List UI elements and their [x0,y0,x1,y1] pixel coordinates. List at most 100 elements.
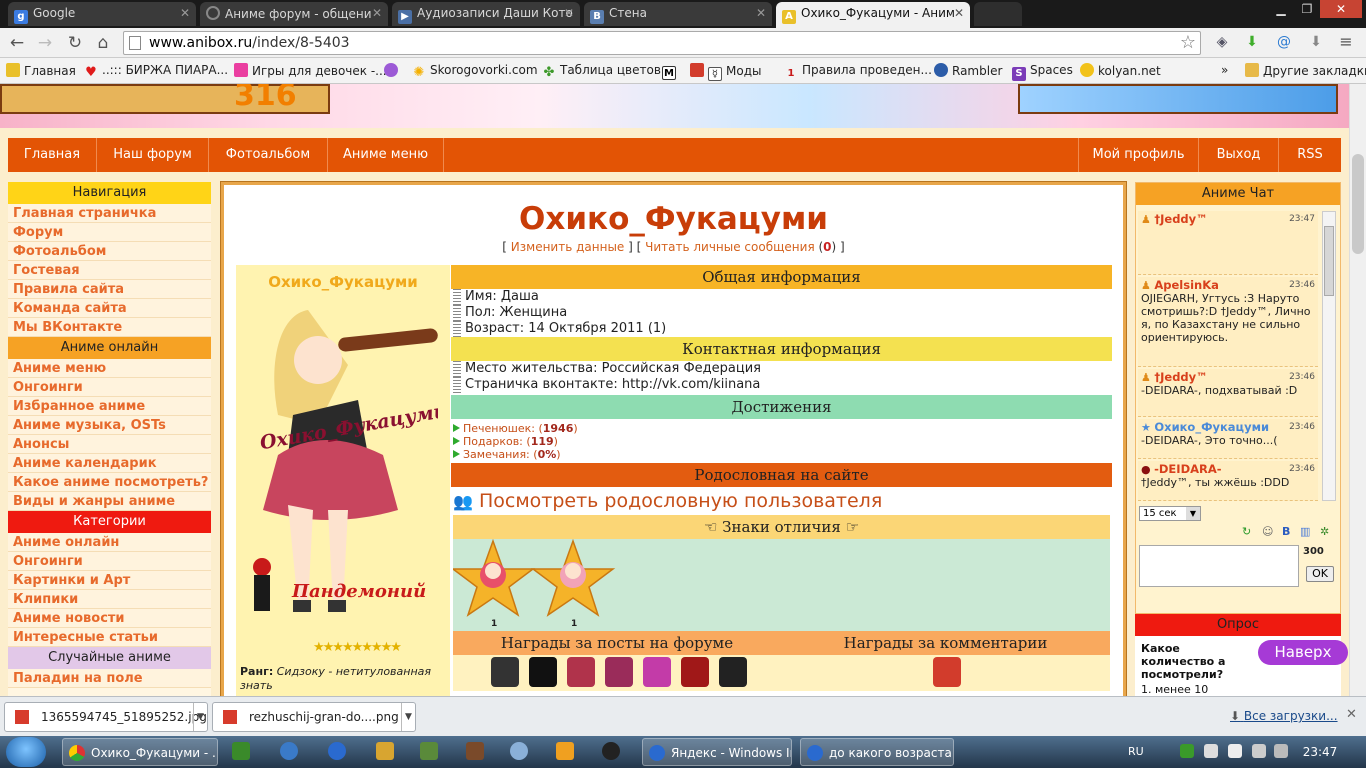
tab-audio[interactable]: ▶ Аудиозаписи Даши Кото ✕ [392,2,580,26]
close-tab-icon[interactable]: ✕ [954,6,964,20]
new-tab-button[interactable] [974,2,1022,26]
save-icon[interactable]: ⬇ [1306,32,1326,52]
sidebar-item-genres[interactable]: Виды и жанры аниме [8,492,211,511]
nav-my-profile[interactable]: Мой профиль [1078,138,1198,172]
nav-home[interactable]: Главная [8,138,97,172]
sidebar-item-ongoings[interactable]: Онгоинги [8,378,211,397]
tab-anime-forum[interactable]: Аниме форум - общени ✕ [200,2,388,26]
sidebar-item-rules[interactable]: Правила сайта [8,280,211,299]
taskbar-chrome[interactable]: Охико_Фукацуми - ... [62,738,218,766]
flag-icon[interactable] [1228,744,1242,758]
sidebar-item-what-to-watch[interactable]: Какое аниме посмотреть? [8,473,211,492]
sidebar-item-guestbook[interactable]: Гостевая [8,261,211,280]
menu-icon[interactable]: ≡ [1336,32,1356,52]
download-arrow-icon[interactable]: ⬇ [1242,32,1262,52]
close-tab-icon[interactable]: ✕ [180,6,190,20]
media-player-icon[interactable] [556,742,574,760]
bookmark-games[interactable]: Игры для девочек -... [234,63,387,78]
chat-send-button[interactable]: OK [1306,566,1334,582]
tray-icon[interactable] [1204,744,1218,758]
taskbar-ie-yandex[interactable]: Яндекс - Windows In... [642,738,792,766]
close-tab-icon[interactable]: ✕ [756,6,766,20]
sidebar-item-team[interactable]: Команда сайта [8,299,211,318]
page-scrollbar[interactable] [1349,84,1366,696]
sidebar-item-forum[interactable]: Форум [8,223,211,242]
nav-logout[interactable]: Выход [1198,138,1278,172]
reload-icon[interactable]: ↻ [64,32,86,54]
bold-icon[interactable]: B [1282,525,1290,538]
sidebar-item-cat-news[interactable]: Аниме новости [8,609,211,628]
ie-icon[interactable] [328,742,346,760]
taskbar-ie-search[interactable]: до какого возраста ... [800,738,954,766]
smiley-icon[interactable]: ☺ [1262,525,1273,538]
maximize-icon[interactable]: ❐ [1294,0,1320,18]
forward-icon[interactable]: → [34,32,56,54]
download-manager-icon[interactable] [232,742,250,760]
sidebar-item-cat-clips[interactable]: Клипики [8,590,211,609]
sidebar-item-anime-menu[interactable]: Аниме меню [8,359,211,378]
sidebar-item-cat-articles[interactable]: Интересные статьи [8,628,211,647]
bookmark-kolyan[interactable]: kolyan.net [1080,63,1161,78]
sidebar-item-cat-art[interactable]: Картинки и Арт [8,571,211,590]
back-icon[interactable]: ← [6,32,28,54]
bookmark-mods[interactable]: ☿ Моды [690,63,761,81]
lineage-link[interactable]: 👥 Посмотреть родословную пользователя [451,487,1112,515]
bookmark-smile[interactable] [384,63,402,78]
nav-rss[interactable]: RSS [1278,138,1341,172]
refresh-icon[interactable]: ↻ [1242,525,1251,538]
tab-active-profile[interactable]: А Охико_Фукацуми - Аним ✕ [776,2,970,28]
chevron-down-icon[interactable]: ▼ [193,703,207,731]
language-indicator[interactable]: RU [1128,736,1144,768]
volume-icon[interactable] [1274,744,1288,758]
cs-icon[interactable] [602,742,620,760]
refresh-select[interactable]: 15 сек ▼ [1139,506,1201,521]
chat-message-input[interactable] [1139,545,1299,587]
more-bookmarks-icon[interactable]: » [1221,63,1228,77]
mail-icon[interactable]: @ [1274,32,1294,52]
star-icon[interactable]: ☆ [1180,32,1196,53]
table-icon[interactable]: ▥ [1300,525,1310,538]
tray-icon[interactable] [1180,744,1194,758]
edit-profile-link[interactable]: Изменить данные [511,240,625,254]
sidebar-item-music[interactable]: Аниме музыка, OSTs [8,416,211,435]
extension-icon[interactable]: ◈ [1212,32,1232,52]
bookmark-colors[interactable]: ✤ Таблица цветов [542,63,661,80]
tab-wall[interactable]: В Стена ✕ [584,2,772,26]
minecraft-icon[interactable] [420,742,438,760]
bookmark-m[interactable]: M [662,63,680,80]
sidebar-item-photoalbum[interactable]: Фотоальбом [8,242,211,261]
sidebar-item-random-anime[interactable]: Паладин на поле [8,669,211,688]
settings-icon[interactable]: ✲ [1320,525,1329,538]
to-top-button[interactable]: Наверх [1258,640,1348,665]
bookmark-rambler[interactable]: Rambler [934,63,1002,78]
close-tab-icon[interactable]: ✕ [372,6,382,20]
sidebar-item-home[interactable]: Главная страничка [8,204,211,223]
all-downloads-link[interactable]: ⬇ Все загрузки... [1230,709,1338,723]
scrollbar-thumb[interactable] [1352,154,1364,254]
bookmark-skorogovorki[interactable]: ✺ Skorogovorki.com [412,63,538,80]
web-icon[interactable] [280,742,298,760]
minimize-icon[interactable]: ▁ [1268,0,1294,18]
game-icon[interactable] [466,742,484,760]
sidebar-item-calendar[interactable]: Аниме календарик [8,454,211,473]
close-window-icon[interactable]: ✕ [1320,0,1362,18]
sidebar-item-vk[interactable]: Мы ВКонтакте [8,318,211,337]
bookmark-birzha[interactable]: ♥..::: БИРЖА ПИАРА... [84,63,228,80]
folder-icon[interactable] [376,742,394,760]
taskbar-clock[interactable]: 23:47 [1290,736,1350,768]
nav-forum[interactable]: Наш форум [97,138,209,172]
bookmark-glavnaya[interactable]: Главная [6,63,76,78]
close-tab-icon[interactable]: ✕ [564,6,574,20]
chat-scrollbar[interactable] [1322,211,1336,501]
sidebar-item-favorite[interactable]: Избранное аниме [8,397,211,416]
sidebar-item-cat-ongoings[interactable]: Онгоинги [8,552,211,571]
close-icon[interactable]: ✕ [1346,707,1357,722]
read-messages-link[interactable]: Читать личные сообщения [645,240,815,254]
bookmark-rules[interactable]: 1 Правила проведен... [784,63,932,81]
network-icon[interactable] [1252,744,1266,758]
sidebar-item-cat-anime-online[interactable]: Аниме онлайн [8,533,211,552]
sidebar-item-announcements[interactable]: Анонсы [8,435,211,454]
start-button[interactable] [6,737,46,767]
bookmark-spaces[interactable]: S Spaces [1012,63,1073,81]
other-bookmarks[interactable]: Другие закладки [1245,63,1366,78]
